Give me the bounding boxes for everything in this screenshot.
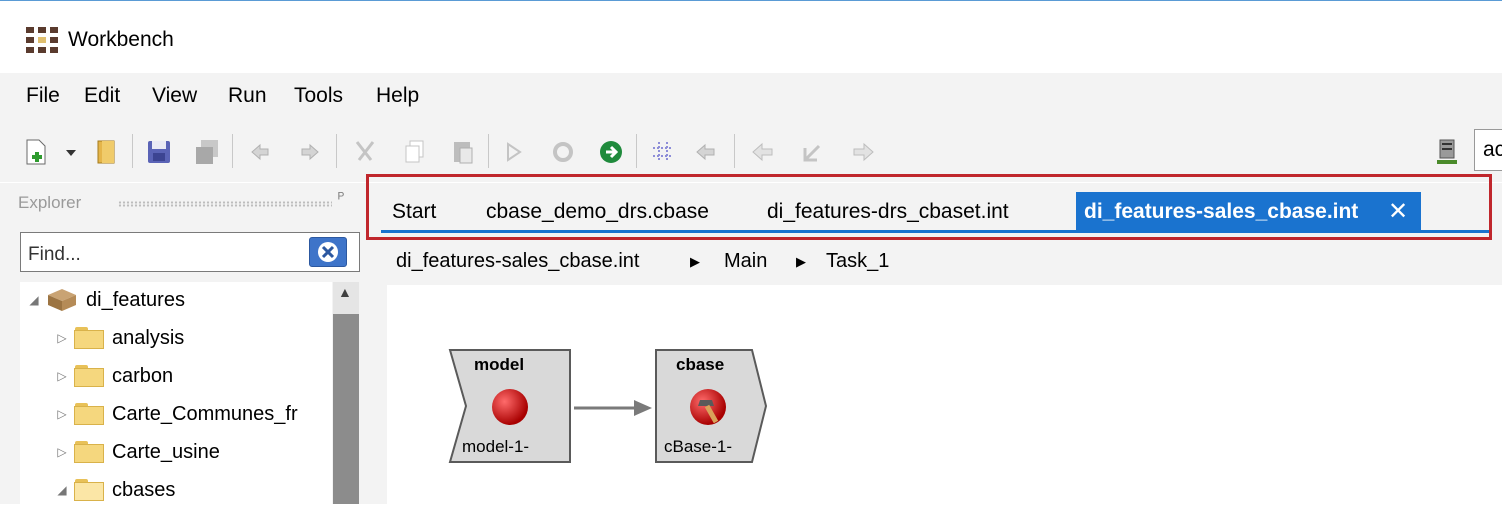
breadcrumb-separator-icon: ▶ [690, 254, 700, 269]
tree-item-label: carbon [112, 364, 174, 387]
prev-icon[interactable] [750, 138, 776, 166]
toolbar-separator [488, 134, 489, 168]
toolbar-separator [636, 134, 637, 168]
cbase-node-label: cBase-1- [664, 437, 733, 456]
menu-view[interactable]: View [152, 84, 197, 108]
folder-icon [74, 327, 104, 349]
tree-item-carte-usine[interactable]: ▷ Carte_usine [50, 434, 220, 470]
tree-item-di-features[interactable]: ◢ di_features [22, 282, 185, 318]
expand-arrow-icon[interactable]: ▷ [50, 445, 74, 459]
panel-grip[interactable] [118, 201, 332, 207]
find-placeholder: Find... [28, 244, 81, 265]
new-file-icon[interactable] [24, 138, 50, 166]
tree-item-label: Carte_usine [112, 440, 220, 463]
expand-arrow-icon[interactable]: ▷ [50, 331, 74, 345]
app-icon [26, 27, 60, 55]
redo-icon[interactable] [296, 138, 322, 166]
menu-bar [0, 73, 1502, 123]
connector-arrow[interactable] [572, 396, 656, 420]
tree-item-label: di_features [86, 288, 185, 311]
window-title: Workbench [68, 28, 174, 51]
hammer-icon [698, 400, 714, 406]
model-node-title: model [474, 355, 525, 374]
tree-item-label: Carte_Communes_fr [112, 402, 298, 425]
save-all-icon[interactable] [194, 138, 220, 166]
breadcrumb-task[interactable]: Task_1 [826, 250, 889, 273]
scrollbar-thumb[interactable] [333, 314, 359, 504]
menu-file[interactable]: File [26, 84, 60, 108]
folder-icon [74, 441, 104, 463]
cbase-node-title: cbase [676, 355, 725, 374]
tree-item-label: cbases [112, 478, 176, 501]
package-icon [48, 289, 76, 311]
scroll-up-arrow-icon[interactable]: ▲ [338, 284, 352, 300]
collapse-arrow-icon[interactable]: ◢ [50, 483, 74, 497]
toolbar-separator [232, 134, 233, 168]
refresh-icon[interactable] [550, 138, 576, 166]
open-icon[interactable] [94, 138, 120, 166]
dropdown-arrow-icon[interactable] [64, 138, 78, 166]
tree-item-carte-communes[interactable]: ▷ Carte_Communes_fr [50, 396, 332, 432]
tree-item-label: analysis [112, 326, 185, 349]
explorer-title: Explorer [18, 193, 82, 212]
tree-item-cbases[interactable]: ◢ cbases [50, 472, 175, 508]
paste-icon[interactable] [450, 138, 476, 166]
go-icon[interactable] [598, 138, 624, 166]
menu-run[interactable]: Run [228, 84, 267, 108]
toolbar-search-input[interactable]: ac [1474, 129, 1502, 171]
breadcrumb-file[interactable]: di_features-sales_cbase.int [396, 250, 639, 273]
pin-icon[interactable]: ᴾ [338, 190, 344, 207]
breadcrumb-main[interactable]: Main [724, 250, 767, 273]
title-bar: Workbench [0, 1, 1502, 69]
folder-icon [74, 403, 104, 425]
tabs-highlight-box [366, 174, 1492, 240]
clear-search-icon[interactable] [309, 237, 347, 267]
next-icon[interactable] [850, 138, 876, 166]
undo-icon[interactable] [248, 138, 274, 166]
tree-item-carbon[interactable]: ▷ carbon [50, 358, 173, 394]
server-icon[interactable] [1434, 138, 1460, 166]
run-icon[interactable] [502, 138, 528, 166]
menu-tools[interactable]: Tools [294, 84, 343, 108]
expand-arrow-icon[interactable]: ▷ [50, 369, 74, 383]
model-node-icon [492, 389, 528, 425]
toolbar-separator [132, 134, 133, 168]
back-icon[interactable] [694, 138, 720, 166]
grid-icon[interactable] [650, 138, 676, 166]
save-icon[interactable] [146, 138, 172, 166]
menu-edit[interactable]: Edit [84, 84, 120, 108]
export-icon[interactable] [800, 138, 826, 166]
folder-icon [74, 365, 104, 387]
toolbar-separator [336, 134, 337, 168]
folder-open-icon [74, 479, 104, 501]
toolbar-separator [734, 134, 735, 168]
expand-arrow-icon[interactable]: ▷ [50, 407, 74, 421]
collapse-arrow-icon[interactable]: ◢ [22, 293, 46, 307]
breadcrumb-separator-icon: ▶ [796, 254, 806, 269]
cut-icon[interactable] [352, 138, 378, 166]
tree-item-analysis[interactable]: ▷ analysis [50, 320, 184, 356]
copy-icon[interactable] [402, 138, 428, 166]
model-node-label: model-1- [462, 437, 530, 456]
menu-help[interactable]: Help [376, 84, 419, 108]
